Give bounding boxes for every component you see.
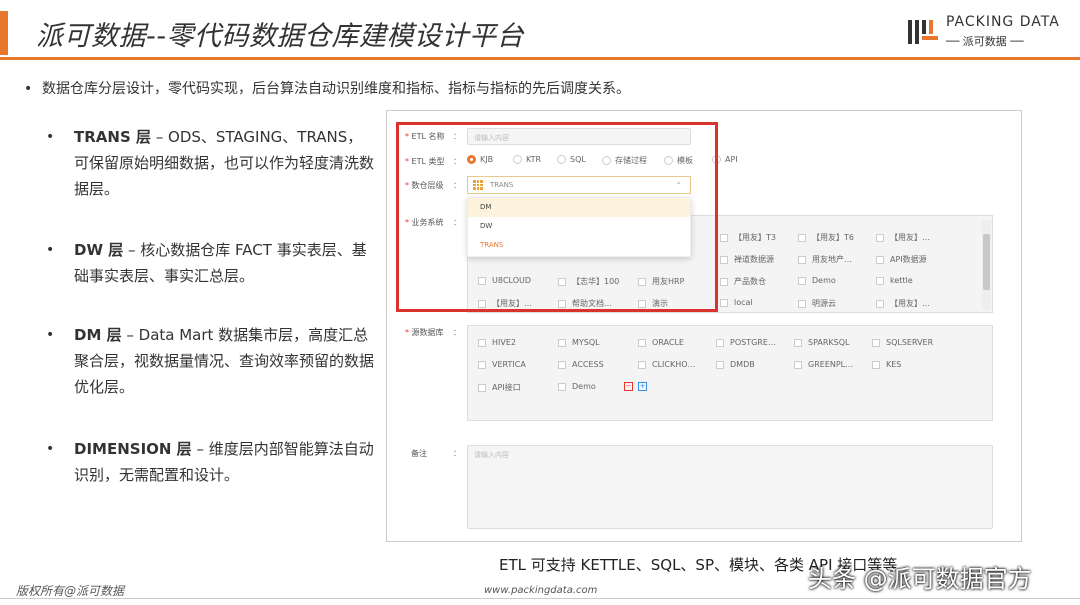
biz-checkbox[interactable]: 【用友】… <box>876 298 930 309</box>
checkbox-icon <box>558 338 566 347</box>
intro-text: 数据仓库分层设计，零代码实现，后台算法自动识别维度和指标、指标与指标的先后调度关… <box>42 81 630 97</box>
biz-checkbox[interactable]: 禅道数据源 <box>720 254 774 265</box>
source-db-checkbox[interactable]: CLICKHO… <box>638 360 696 369</box>
source-db-checkbox[interactable]: HIVE2 <box>478 338 516 347</box>
bullet-heading: DW 层 <box>74 241 124 259</box>
source-db-checkbox[interactable]: MYSQL <box>558 338 600 347</box>
checkbox-icon <box>720 233 728 242</box>
add-icon[interactable]: + <box>638 382 647 391</box>
biz-checkbox[interactable]: 【用友】T6 <box>798 232 854 243</box>
footer-website: www.packingdata.com <box>484 585 598 596</box>
biz-scrollbar[interactable] <box>982 220 991 310</box>
checkbox-icon <box>794 360 802 369</box>
remove-icon[interactable]: − <box>624 382 633 391</box>
checkbox-icon <box>794 338 802 347</box>
bullet-heading: TRANS 层 <box>74 128 151 146</box>
scrollbar-thumb <box>983 234 990 290</box>
watermark: 头条 @派可数据官方 <box>808 565 1032 593</box>
checkbox-icon <box>876 255 884 264</box>
checkbox-icon <box>798 299 806 308</box>
bullet-dimension: • DIMENSION 层 – 维度层内部智能算法自动识别，无需配置和设计。 <box>46 440 374 484</box>
biz-checkbox[interactable]: 【用友】T3 <box>720 232 776 243</box>
source-db-checkbox[interactable]: GREENPL… <box>794 360 853 369</box>
biz-checkbox[interactable]: kettle <box>876 276 913 285</box>
checkbox-icon <box>558 382 566 391</box>
checkbox-icon <box>558 360 566 369</box>
checkbox-icon <box>478 383 486 392</box>
source-db-checkbox[interactable]: ACCESS <box>558 360 604 369</box>
header-accent-bar <box>0 11 8 55</box>
source-db-label: * 源数据库 <box>405 328 444 337</box>
bullet-dm: • DM 层 – Data Mart 数据集市层，高度汇总聚合层，视数据量情况、查… <box>46 326 375 396</box>
source-db-checkbox[interactable]: SPARKSQL <box>794 338 850 347</box>
checkbox-icon <box>638 338 646 347</box>
checkbox-icon <box>716 360 724 369</box>
bullet-dw: • DW 层 – 核心数据仓库 FACT 事实表层、基础事实表层、事实汇总层。 <box>46 241 367 285</box>
checkbox-icon <box>478 360 486 369</box>
source-db-checkbox[interactable]: POSTGRE… <box>716 338 776 347</box>
checkbox-icon <box>872 360 880 369</box>
source-db-checkbox[interactable]: KES <box>872 360 901 369</box>
checkbox-icon <box>798 276 806 285</box>
checkbox-icon <box>876 299 884 308</box>
header-divider <box>0 57 1080 60</box>
biz-checkbox[interactable]: API数据源 <box>876 254 927 265</box>
biz-checkbox[interactable]: 明源云 <box>798 298 836 309</box>
intro-bullet: • 数据仓库分层设计，零代码实现，后台算法自动识别维度和指标、指标与指标的先后调度… <box>24 81 630 97</box>
source-db-checkbox[interactable]: VERTICA <box>478 360 526 369</box>
checkbox-icon <box>478 338 486 347</box>
highlight-frame <box>396 122 718 312</box>
biz-checkbox[interactable]: local <box>720 298 753 307</box>
checkbox-icon <box>872 338 880 347</box>
source-db-checkbox[interactable]: SQLSERVER <box>872 338 933 347</box>
checkbox-icon <box>798 233 806 242</box>
source-db-box: HIVE2 MYSQL ORACLE POSTGRE… SPARKSQL SQL… <box>467 325 993 421</box>
checkbox-icon <box>798 255 806 264</box>
checkbox-icon <box>720 298 728 307</box>
bullet-heading: DIMENSION 层 <box>74 440 192 458</box>
biz-checkbox[interactable]: 【用友】… <box>876 232 930 243</box>
logo-text-en: PACKING DATA <box>946 14 1060 30</box>
source-db-checkbox[interactable]: ORACLE <box>638 338 684 347</box>
packing-data-logo-icon <box>908 20 938 44</box>
company-logo: PACKING DATA ── 派可数据 ── <box>906 14 1059 52</box>
bullet-heading: DM 层 <box>74 326 122 344</box>
checkbox-icon <box>720 277 728 286</box>
note-label: 备注 <box>411 449 427 458</box>
checkbox-icon <box>716 338 724 347</box>
footer-copyright: 版权所有@派可数据 <box>16 584 125 598</box>
checkbox-icon <box>876 233 884 242</box>
page-title: 派可数据--零代码数据仓库建模设计平台 <box>36 21 524 52</box>
biz-checkbox[interactable]: Demo <box>798 276 836 285</box>
biz-checkbox[interactable]: 用友地产… <box>798 254 852 265</box>
bullet-trans: • TRANS 层 – ODS、STAGING、TRANS，可保留原始明细数据，也… <box>46 128 375 198</box>
note-textarea[interactable]: 请输入内容 <box>467 445 993 529</box>
checkbox-icon <box>638 360 646 369</box>
footer-divider <box>0 598 1080 599</box>
source-db-checkbox[interactable]: API接口 <box>478 382 521 393</box>
checkbox-icon <box>876 276 884 285</box>
checkbox-icon <box>720 255 728 264</box>
logo-text-cn: ── 派可数据 ── <box>946 35 1024 48</box>
source-db-checkbox[interactable]: Demo <box>558 382 596 391</box>
biz-checkbox[interactable]: 产品数仓 <box>720 276 766 287</box>
source-db-checkbox[interactable]: DMDB <box>716 360 755 369</box>
